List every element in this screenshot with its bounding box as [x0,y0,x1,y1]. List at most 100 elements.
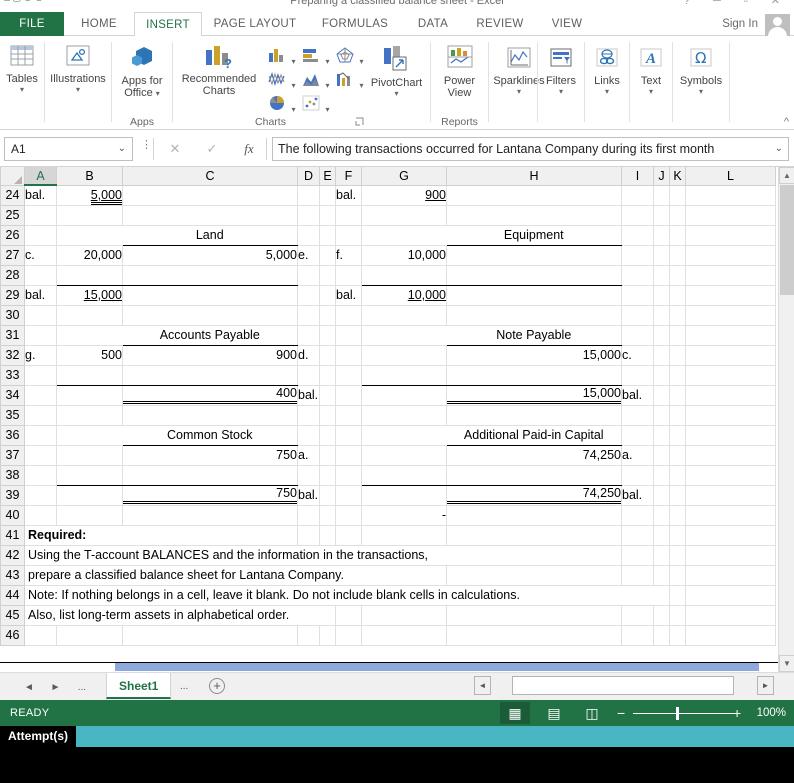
cell-H25[interactable] [446,205,622,226]
cell-H35[interactable] [446,405,622,426]
chevron-down-icon[interactable]: ▾ [585,87,629,96]
cell-B25[interactable] [56,205,123,226]
cell-L31[interactable] [685,325,776,346]
cell-G45[interactable] [361,605,447,626]
cell-E35[interactable] [319,405,336,426]
chevron-down-icon[interactable]: ▾ [45,85,111,94]
cell-A41[interactable]: Required: [24,525,123,546]
column-header-J[interactable]: J [653,167,670,186]
cell-L42[interactable] [685,545,776,566]
column-header-A[interactable]: A [24,167,57,186]
cell-G32[interactable] [361,344,447,366]
column-chart-button[interactable]: ▾ [267,46,295,69]
row-header-28[interactable]: 28 [0,264,25,286]
scroll-up-arrow-icon[interactable]: ▲ [779,167,794,184]
row-header-42[interactable]: 42 [0,544,25,566]
zoom-in-button[interactable]: + [733,700,741,726]
cell-A42[interactable]: Using the T-account BALANCES and the inf… [24,545,447,566]
cell-E30[interactable] [319,305,336,326]
cell-F37[interactable] [335,444,362,466]
cell-H32[interactable]: 15,000 [446,344,622,366]
cell-J41[interactable] [653,525,670,546]
cell-B30[interactable] [56,305,123,326]
cell-E38[interactable] [319,465,336,486]
cell-B33[interactable] [56,365,123,386]
view-page-break-icon[interactable]: ◫ [577,702,607,724]
cell-C36[interactable]: Common Stock [122,425,298,446]
cell-L28[interactable] [685,265,776,286]
cell-F28[interactable] [335,265,362,286]
cell-I24[interactable] [621,185,654,206]
cell-F39[interactable] [335,485,362,506]
row-header-37[interactable]: 37 [0,444,25,466]
cell-C41[interactable] [122,525,298,546]
cell-C27[interactable]: 5,000 [122,244,298,266]
cell-H46[interactable] [446,625,622,646]
cell-I31[interactable] [621,325,654,346]
cell-B32[interactable]: 500 [56,344,123,366]
cell-C28[interactable] [122,265,298,286]
cell-I46[interactable] [621,625,654,646]
cell-F35[interactable] [335,405,362,426]
first-sheet-icon[interactable]: ◄ [18,678,40,698]
cell-E41[interactable] [319,525,336,546]
row-header-33[interactable]: 33 [0,364,25,386]
cell-D46[interactable] [297,625,320,646]
cell-H38[interactable] [446,465,622,486]
cell-L41[interactable] [685,525,776,546]
cell-H28[interactable] [446,265,622,286]
cell-K27[interactable] [669,245,686,266]
cell-G25[interactable] [361,205,447,226]
cell-C40[interactable] [122,505,298,526]
cell-K42[interactable] [669,545,686,566]
cell-H34[interactable]: 15,000 [446,385,622,406]
zoom-slider-thumb[interactable] [676,707,679,720]
cell-A43[interactable]: prepare a classified balance sheet for L… [24,565,362,586]
cell-J45[interactable] [653,605,670,626]
cell-F32[interactable] [335,344,362,366]
cell-L38[interactable] [685,465,776,486]
cell-G26[interactable] [361,225,447,246]
cell-J42[interactable] [653,545,670,566]
column-header-E[interactable]: E [319,167,336,186]
view-page-layout-icon[interactable]: ▤ [539,702,569,724]
cell-H37[interactable]: 74,250 [446,444,622,466]
cell-K41[interactable] [669,525,686,546]
cell-D32[interactable]: d. [297,344,320,366]
chevron-down-icon[interactable]: ▾ [630,87,672,96]
row-header-41[interactable]: 41 [0,524,25,546]
row-header-46[interactable]: 46 [0,624,25,646]
cell-D29[interactable] [297,285,320,306]
pie-chart-button[interactable]: ▾ [267,94,295,117]
area-chart-button[interactable]: ▾ [301,70,329,93]
cell-E26[interactable] [319,225,336,246]
cell-D37[interactable]: a. [297,444,320,466]
cell-J44[interactable] [653,585,670,606]
cell-E25[interactable] [319,205,336,226]
cell-K24[interactable] [669,185,686,206]
collapse-ribbon-button[interactable]: ^ [784,116,789,128]
cell-I34[interactable]: bal. [621,385,654,406]
cell-A45[interactable]: Also, list long-term assets in alphabeti… [24,605,320,626]
cell-D36[interactable] [297,425,320,446]
cell-A26[interactable] [24,225,57,246]
cell-G29[interactable]: 10,000 [361,285,447,306]
links-button[interactable]: Links ▾ [585,46,629,96]
cell-I27[interactable] [621,245,654,266]
cell-K34[interactable] [669,385,686,406]
bar-chart-button[interactable]: ▾ [301,46,329,69]
cell-I41[interactable] [621,525,654,546]
tab-view[interactable]: VIEW [536,12,598,36]
cell-F38[interactable] [335,465,362,486]
cell-F29[interactable]: bal. [335,285,362,306]
view-normal-icon[interactable]: ▦ [500,702,530,724]
cell-H39[interactable]: 74,250 [446,485,622,506]
chevron-down-icon[interactable]: ▾ [673,87,729,96]
cell-A27[interactable]: c. [24,244,57,266]
cell-C35[interactable] [122,405,298,426]
zoom-slider-track[interactable] [633,713,734,714]
cell-D26[interactable] [297,225,320,246]
cell-J29[interactable] [653,285,670,306]
cell-B29[interactable]: 15,000 [56,285,123,306]
cell-H40[interactable] [446,505,622,526]
